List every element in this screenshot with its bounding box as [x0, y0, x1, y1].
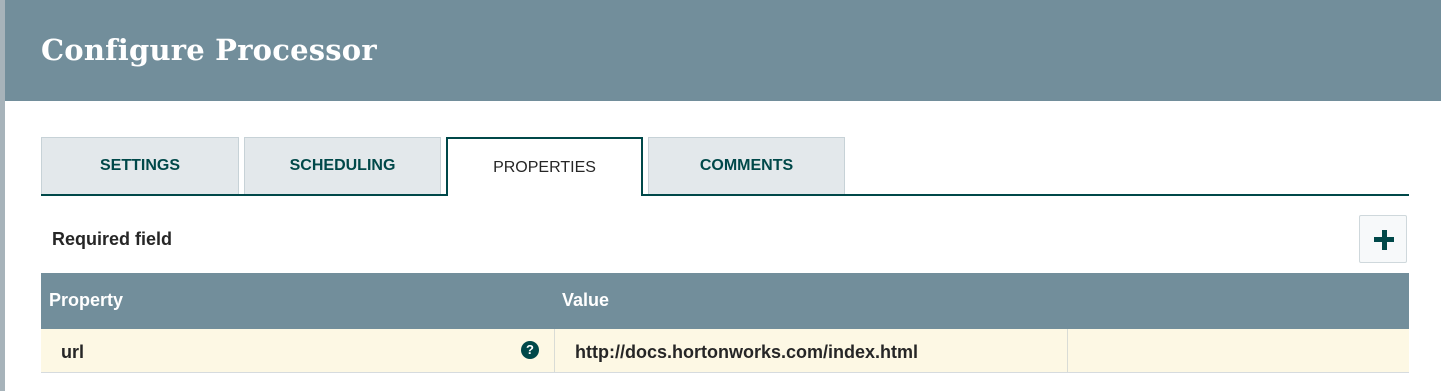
column-header-value[interactable]: Value [562, 290, 609, 311]
tab-properties[interactable]: PROPERTIES [446, 137, 643, 196]
property-value-cell[interactable]: http://docs.hortonworks.com/index.html [575, 342, 918, 363]
column-header-property[interactable]: Property [49, 290, 123, 311]
property-name-cell[interactable]: url [61, 342, 84, 363]
add-property-button[interactable] [1359, 215, 1407, 263]
dialog-title: Configure Processor [41, 33, 377, 67]
tab-settings[interactable]: SETTINGS [41, 137, 239, 194]
dialog-header: Configure Processor [5, 0, 1441, 101]
tab-baseline [41, 194, 1409, 196]
table-header: Property Value [41, 273, 1409, 329]
column-divider [1067, 329, 1068, 372]
column-divider [554, 329, 555, 372]
tab-scheduling[interactable]: SCHEDULING [244, 137, 441, 194]
properties-table: Property Value url ? http://docs.hortonw… [41, 273, 1409, 373]
question-circle-icon[interactable]: ? [521, 341, 539, 359]
tab-bar: SETTINGS SCHEDULING PROPERTIES COMMENTS [41, 137, 1409, 196]
required-field-label: Required field [52, 229, 173, 249]
tab-comments[interactable]: COMMENTS [648, 137, 845, 194]
table-row[interactable]: url ? http://docs.hortonworks.com/index.… [41, 329, 1409, 373]
configure-processor-dialog: Configure Processor SETTINGS SCHEDULING … [5, 0, 1441, 391]
